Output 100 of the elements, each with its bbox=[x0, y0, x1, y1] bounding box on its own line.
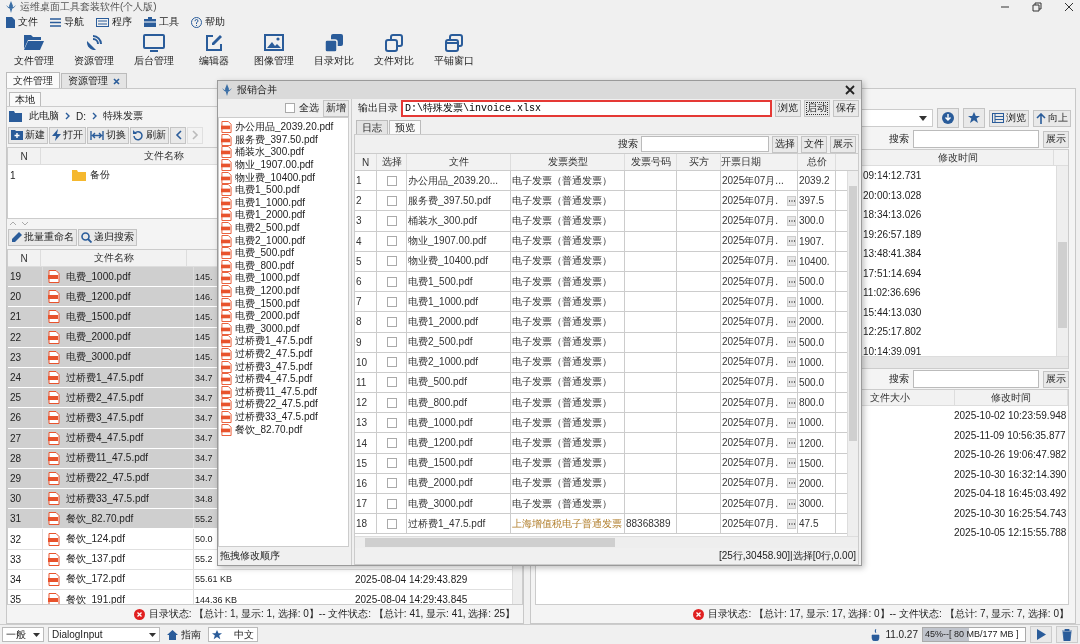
invoice-date: 2025年07月. bbox=[722, 213, 779, 228]
row-number: 1 bbox=[356, 175, 362, 187]
modified-time: 19:26:57.189 bbox=[863, 228, 922, 240]
invoice-type: 电子发票（普通发票） bbox=[512, 456, 612, 471]
file-size: 50.0 bbox=[195, 534, 213, 545]
invoice-type: 电子发票（普通发票） bbox=[512, 415, 612, 430]
row-number: 27 bbox=[8, 428, 43, 448]
file-size: 34.7 bbox=[195, 372, 213, 383]
total-price: 1000. bbox=[799, 356, 825, 368]
invoice-type: 电子发票（普通发票） bbox=[512, 496, 612, 511]
invoice-type: 电子发票（普通发票） bbox=[512, 294, 612, 309]
status-text: [25行,30458.90]|选择[0行,0.00] bbox=[718, 549, 856, 563]
file-name: 电费_3000.pdf bbox=[408, 496, 473, 511]
row-number: 12 bbox=[356, 397, 368, 409]
row-number: 30 bbox=[8, 489, 43, 509]
row-number: 31 bbox=[8, 509, 43, 529]
file-name: 电费_2000.pdf bbox=[66, 330, 131, 345]
file-name: 电费2_500.pdf bbox=[408, 335, 473, 350]
file-name: 餐饮_124.pdf bbox=[66, 532, 125, 547]
row-number: 2 bbox=[356, 195, 362, 207]
file-name: 电费1_2000.pdf bbox=[408, 314, 479, 329]
file-name: 过桥费1_47.5.pdf bbox=[408, 516, 486, 531]
row-number: 10 bbox=[356, 356, 368, 368]
row-number: 14 bbox=[356, 437, 368, 449]
row-number: 29 bbox=[8, 468, 43, 489]
search-label: 搜索 bbox=[889, 132, 909, 146]
total-price: 1200. bbox=[799, 437, 825, 449]
status-text: 目录状态: 【总计: 17, 显示: 17, 选择: 0】-- 文件状态: 【总计: 7, 显示: 7, 选择: 0】 bbox=[708, 607, 1069, 621]
invoice-date: 2025年07月. bbox=[722, 496, 779, 511]
invoice-date: 2025年07月. bbox=[722, 516, 779, 531]
modified-time: 20:00:13.028 bbox=[863, 189, 922, 201]
file-name: 过桥费33_47.5.pdf bbox=[66, 491, 149, 506]
file-name: 餐饮_191.pdf bbox=[66, 592, 125, 604]
modified-time: 18:34:13.026 bbox=[863, 209, 922, 221]
row-number: 16 bbox=[356, 477, 368, 489]
file-name: 物业_1907.00.pdf bbox=[408, 234, 487, 249]
row-number: 6 bbox=[356, 276, 362, 288]
row-number: 34 bbox=[8, 569, 43, 589]
file-name: 电费1_1000.pdf bbox=[408, 294, 479, 309]
invoice-type: 电子发票（普通发票） bbox=[512, 234, 612, 249]
row-number: 23 bbox=[8, 347, 43, 367]
file-name: 电费1_500.pdf bbox=[408, 274, 473, 289]
file-name: 电费_1500.pdf bbox=[408, 456, 473, 471]
invoice-type: 电子发票（普通发票） bbox=[512, 436, 612, 451]
file-name: 电费_1200.pdf bbox=[66, 289, 131, 304]
file-size: 34.7 bbox=[195, 473, 213, 484]
row-number: 25 bbox=[8, 388, 43, 408]
invoice-date: 2025年07月. bbox=[722, 335, 779, 350]
status-text: 目录状态: 【总计: 1, 显示: 1, 选择: 0】-- 文件状态: 【总计: 41, 显示: 41, 选择: 25】 bbox=[148, 607, 515, 621]
file-size: 145. bbox=[195, 271, 213, 282]
row-number: 18 bbox=[356, 518, 368, 530]
row-number: 8 bbox=[356, 316, 362, 328]
modified-time: 15:44:13.030 bbox=[863, 306, 922, 318]
file-name: 电费_1500.pdf bbox=[66, 309, 131, 324]
dialog-title: 报销合并 bbox=[237, 83, 277, 97]
row-number: 21 bbox=[8, 307, 43, 327]
file-size: 144.36 KB bbox=[195, 594, 238, 604]
file-name: 电费2_1000.pdf bbox=[408, 355, 479, 370]
invoice-date: 2025年07月. bbox=[722, 254, 779, 269]
window-title: 运维桌面工具套装软件(个人版) bbox=[20, 0, 157, 14]
total-price: 500.0 bbox=[799, 276, 825, 288]
row-number: 26 bbox=[8, 408, 43, 428]
row-number: 20 bbox=[8, 287, 43, 307]
modified-time: 13:48:41.384 bbox=[863, 248, 922, 260]
invoice-date: 2025年07月. bbox=[722, 274, 779, 289]
total-price: 800.0 bbox=[799, 397, 825, 409]
memory-text: 45%--[ 80 MB/177 MB ] bbox=[924, 629, 1019, 639]
row-number: 7 bbox=[356, 296, 362, 308]
file-name: 过桥费3_47.5.pdf bbox=[66, 410, 144, 425]
row-number: 11 bbox=[356, 376, 367, 388]
file-name: 餐饮_137.pdf bbox=[66, 552, 125, 567]
modified-time: 2025-10-02 10:23:59.948 bbox=[954, 410, 1067, 422]
modified-time: 2025-10-26 19:06:47.982 bbox=[954, 449, 1067, 461]
file-name: 餐饮_82.70.pdf bbox=[66, 511, 134, 526]
total-price: 1500. bbox=[799, 457, 825, 469]
file-name: 电费_1000.pdf bbox=[408, 415, 473, 430]
file-name: 电费_3000.pdf bbox=[66, 350, 131, 365]
row-number: 19 bbox=[8, 267, 43, 287]
row-number: 35 bbox=[8, 590, 43, 604]
invoice-type: 电子发票（普通发票） bbox=[512, 274, 612, 289]
file-size: 34.7 bbox=[195, 392, 213, 403]
row-number: 1 bbox=[9, 169, 17, 181]
file-size: 145. bbox=[195, 311, 213, 322]
modified-time: 2025-10-30 16:25:54.743 bbox=[954, 507, 1067, 519]
invoice-type: 电子发票（普通发票） bbox=[512, 476, 612, 491]
file-name: 电费_1200.pdf bbox=[408, 436, 473, 451]
modified-time: 2025-08-04 14:29:43.845 bbox=[355, 594, 468, 604]
row-number: 32 bbox=[8, 529, 43, 549]
invoice-type: 电子发票（普通发票） bbox=[512, 314, 612, 329]
output-label: 输出目录 bbox=[358, 101, 398, 115]
file-name: 电费_500.pdf bbox=[408, 375, 467, 390]
invoice-type: 电子发票（普通发票） bbox=[512, 173, 612, 188]
file-name: 服务费_397.50.pdf bbox=[408, 193, 491, 208]
invoice-date: 2025年07月. bbox=[722, 314, 779, 329]
file-size: 146. bbox=[195, 291, 213, 302]
row-number: 4 bbox=[356, 235, 362, 247]
invoice-type: 电子发票（普通发票） bbox=[512, 254, 612, 269]
invoice-type: 电子发票（普通发票） bbox=[512, 335, 612, 350]
total-price: 47.5 bbox=[799, 518, 819, 530]
search-label: 搜索 bbox=[618, 137, 638, 151]
